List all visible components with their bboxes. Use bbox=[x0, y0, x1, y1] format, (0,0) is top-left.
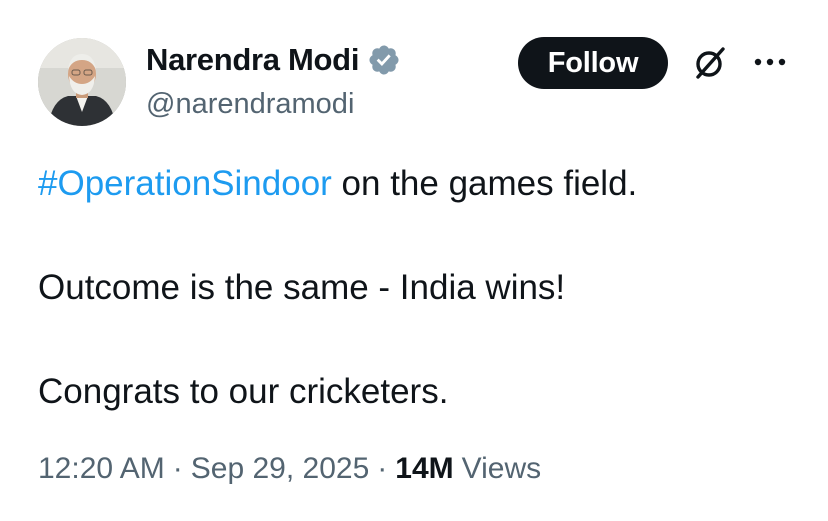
tweet-meta: 12:20 AM · Sep 29, 2025 · 14M Views bbox=[38, 452, 541, 486]
tweet-line-1: #OperationSindoor on the games field. bbox=[38, 158, 637, 210]
views-label[interactable]: Views bbox=[462, 452, 541, 486]
tweet-line-1-text: on the games field. bbox=[331, 164, 638, 203]
author-handle[interactable]: @narendramodi bbox=[146, 88, 354, 121]
grok-icon[interactable] bbox=[690, 43, 730, 83]
author-name-row: Narendra Modi bbox=[146, 42, 401, 78]
tweet-header: Narendra Modi @narendramodi Follow bbox=[38, 36, 798, 128]
tweet-date[interactable]: Sep 29, 2025 bbox=[191, 452, 370, 486]
more-horizontal-icon[interactable] bbox=[750, 48, 790, 76]
meta-separator: · bbox=[377, 452, 388, 485]
tweet-line-2: Outcome is the same - India wins! bbox=[38, 268, 566, 307]
verified-badge-icon[interactable] bbox=[367, 43, 401, 77]
tweet-line-3: Congrats to our cricketers. bbox=[38, 372, 449, 411]
author-name[interactable]: Narendra Modi bbox=[146, 42, 359, 78]
tweet-time[interactable]: 12:20 AM bbox=[38, 452, 165, 486]
views-count[interactable]: 14M bbox=[395, 452, 453, 486]
hashtag-link[interactable]: #OperationSindoor bbox=[38, 164, 332, 203]
follow-button[interactable]: Follow bbox=[518, 37, 668, 89]
avatar[interactable] bbox=[38, 38, 126, 126]
meta-separator: · bbox=[172, 452, 183, 485]
